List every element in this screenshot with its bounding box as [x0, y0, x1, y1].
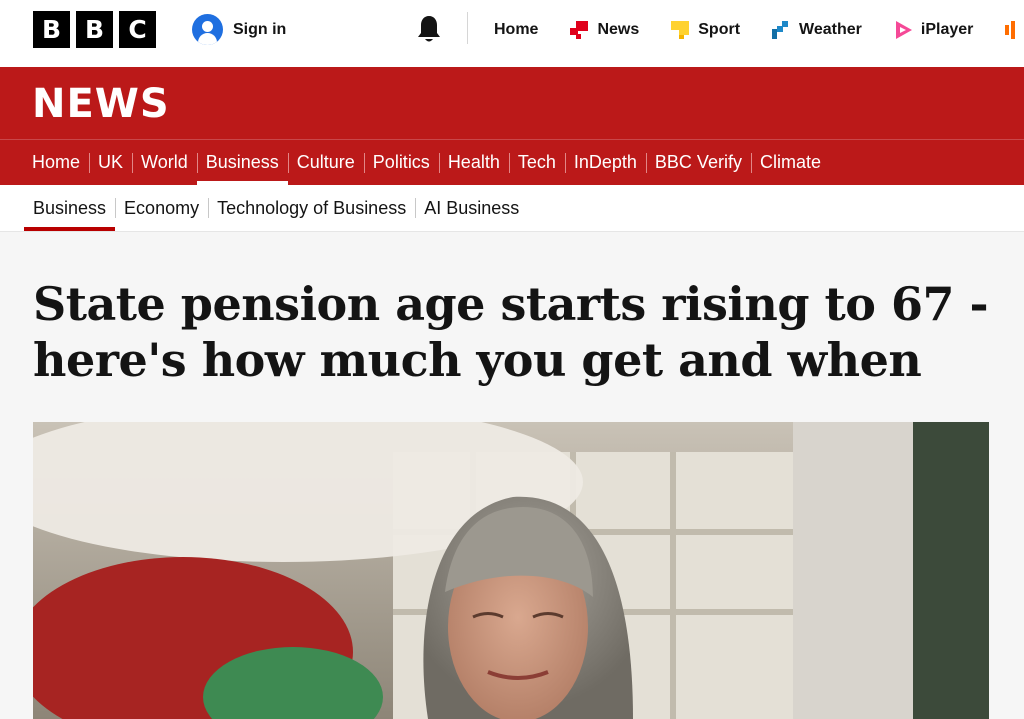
sub-nav-list: Business Economy Technology of Business …: [24, 185, 528, 231]
news-logo[interactable]: NEWS: [32, 81, 170, 127]
nav-item-tech[interactable]: Tech: [508, 140, 565, 185]
business-sub-nav: Business Economy Technology of Business …: [0, 185, 1024, 232]
nav-item-bbc-verify[interactable]: BBC Verify: [645, 140, 751, 185]
news-banner: NEWS Home UK World Business Culture Poli…: [0, 67, 1024, 185]
nav-item-business[interactable]: Business: [196, 140, 288, 185]
nav-item-climate[interactable]: Climate: [750, 140, 830, 185]
sub-nav-economy[interactable]: Economy: [115, 185, 208, 231]
account-icon: [192, 14, 223, 45]
top-nav-more[interactable]: [1003, 19, 1024, 41]
article-hero-image: [33, 422, 989, 719]
nav-item-world[interactable]: World: [132, 140, 197, 185]
top-nav-weather-label: Weather: [799, 21, 862, 38]
news-main-nav: Home UK World Business Culture Politics …: [23, 140, 830, 185]
sport-icon: [671, 21, 690, 39]
top-nav-iplayer[interactable]: iPlayer: [892, 19, 973, 41]
nav-item-health[interactable]: Health: [438, 140, 509, 185]
top-nav-weather[interactable]: Weather: [770, 19, 862, 41]
sub-nav-technology-of-business[interactable]: Technology of Business: [208, 185, 415, 231]
nav-item-uk[interactable]: UK: [89, 140, 132, 185]
nav-item-indepth[interactable]: InDepth: [564, 140, 646, 185]
bbc-logo-letter: B: [76, 11, 113, 48]
top-nav-iplayer-label: iPlayer: [920, 21, 974, 38]
top-nav-home-label: Home: [494, 21, 539, 38]
top-bar-divider: [467, 12, 468, 44]
weather-icon: [772, 21, 789, 39]
sounds-icon: [1005, 21, 1016, 39]
top-nav-news-label: News: [597, 21, 640, 38]
notifications-bell-icon[interactable]: [416, 14, 442, 44]
bbc-logo[interactable]: B B C: [33, 11, 156, 48]
nav-item-home[interactable]: Home: [23, 140, 89, 185]
news-icon: [570, 21, 589, 39]
nav-item-culture[interactable]: Culture: [287, 140, 364, 185]
sign-in-button[interactable]: Sign in: [192, 14, 286, 45]
bbc-top-nav: Home News Sport Weather iPlayer: [494, 0, 1024, 60]
top-nav-home[interactable]: Home: [494, 21, 538, 39]
bbc-logo-letter: B: [33, 11, 70, 48]
top-nav-sport[interactable]: Sport: [669, 19, 740, 41]
hero-photo: [33, 422, 989, 719]
article-headline: State pension age starts rising to 67 - …: [33, 277, 989, 387]
sign-in-label: Sign in: [233, 20, 287, 38]
nav-item-politics[interactable]: Politics: [363, 140, 439, 185]
top-nav-sport-label: Sport: [698, 21, 741, 38]
iplayer-icon: [895, 21, 912, 39]
bbc-top-bar: B B C Sign in Home News Sport Weather iP…: [0, 0, 1024, 68]
bbc-logo-letter: C: [119, 11, 156, 48]
top-nav-news[interactable]: News: [568, 19, 639, 41]
sub-nav-business[interactable]: Business: [24, 185, 116, 231]
sub-nav-ai-business[interactable]: AI Business: [415, 185, 528, 231]
